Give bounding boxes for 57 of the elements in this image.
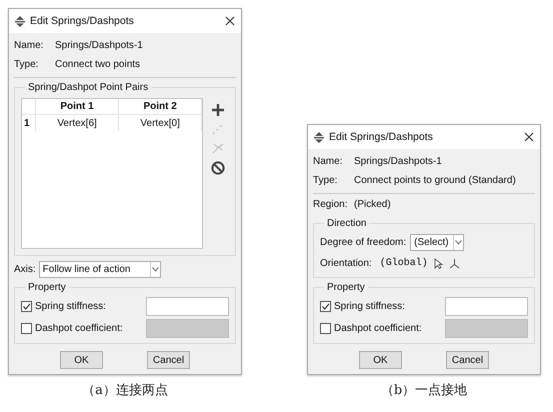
- figure-caption: （a）连接两点: [82, 382, 168, 400]
- checkbox[interactable]: [21, 322, 32, 334]
- field-value: (Global): [380, 258, 428, 268]
- add-icon[interactable]: [212, 104, 224, 116]
- check-icon: [321, 302, 330, 310]
- dialog-button[interactable]: Cancel: [147, 351, 190, 369]
- axis-dropdown[interactable]: Follow line of action: [38, 261, 161, 278]
- field-label: Type:: [14, 59, 40, 70]
- checkbox-label: Spring stiffness:: [334, 300, 406, 312]
- field-label: Name:: [313, 156, 344, 167]
- no-sign-icon[interactable]: [211, 161, 226, 175]
- group-title: Direction: [326, 218, 368, 229]
- close-icon[interactable]: [524, 132, 534, 142]
- field-label: Orientation:: [320, 258, 372, 268]
- group-title: Spring/Dashpot Point Pairs: [27, 82, 150, 93]
- close-icon[interactable]: [225, 16, 235, 26]
- caret-icon: [454, 240, 462, 244]
- double-arrow-icon: [15, 16, 25, 26]
- table-cell[interactable]: Vertex[6]: [36, 115, 120, 131]
- table-cell[interactable]: Vertex[0]: [119, 115, 202, 131]
- field-label: Region:: [313, 199, 348, 210]
- cursor-arrow-icon[interactable]: [434, 258, 443, 268]
- row-number: 1: [22, 115, 36, 131]
- dof-dropdown[interactable]: (Select): [410, 234, 464, 250]
- checkbox[interactable]: [21, 300, 32, 312]
- field-label: Degree of freedom:: [320, 236, 406, 248]
- window-title: Edit Springs/Dashpots: [329, 131, 433, 143]
- dialog-button[interactable]: OK: [359, 351, 402, 369]
- column-header: Point 2: [119, 99, 202, 115]
- input-field[interactable]: [445, 318, 528, 338]
- group-title: Property: [326, 282, 366, 293]
- checkbox[interactable]: [320, 300, 331, 312]
- field-label: Name:: [14, 40, 44, 51]
- field-value: Connect points to ground (Standard): [354, 175, 516, 186]
- field-value: Springs/Dashpots-1: [354, 156, 442, 167]
- field-value: Connect two points: [55, 59, 140, 70]
- field-value: (Picked): [354, 199, 391, 210]
- caret-icon: [152, 267, 159, 272]
- check-icon: [22, 302, 31, 310]
- checkbox[interactable]: [320, 322, 331, 334]
- window-title: Edit Springs/Dashpots: [30, 15, 134, 27]
- checkbox-label: Dashpot coefficient:: [35, 322, 124, 334]
- double-arrow-icon: [314, 132, 324, 142]
- field-label: Type:: [313, 175, 338, 186]
- input-field[interactable]: [146, 296, 229, 316]
- field-label: Axis:: [14, 264, 36, 275]
- dialog-button[interactable]: OK: [60, 351, 103, 369]
- dialog-button[interactable]: Cancel: [446, 351, 489, 369]
- column-header: Point 1: [36, 99, 120, 115]
- axes-icon[interactable]: [448, 258, 460, 268]
- checkbox-label: Spring stiffness:: [35, 300, 107, 312]
- field-value: Springs/Dashpots-1: [55, 40, 143, 51]
- input-field[interactable]: [445, 296, 528, 316]
- figure-caption: （b）一点接地: [380, 382, 468, 400]
- input-field[interactable]: [146, 318, 229, 338]
- checkbox-label: Dashpot coefficient:: [334, 322, 423, 334]
- group-title: Property: [27, 282, 67, 293]
